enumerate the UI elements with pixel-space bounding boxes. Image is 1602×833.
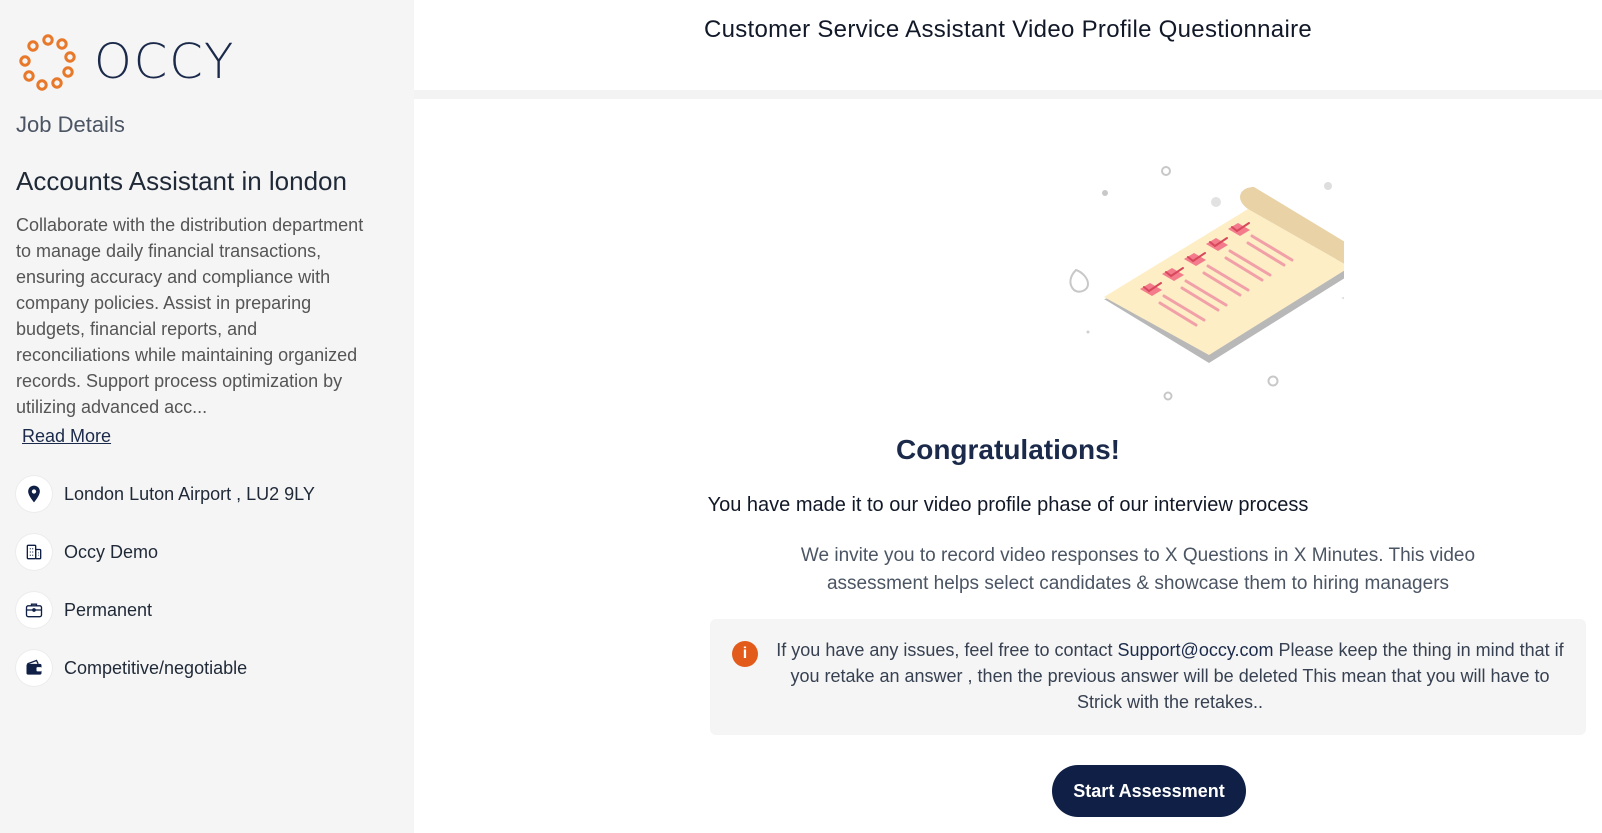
info-icon: i (732, 641, 758, 667)
job-company: Occy Demo (64, 541, 159, 562)
start-assessment-button[interactable]: Start Assessment (1052, 765, 1246, 817)
job-meta-location: London Luton Airport , LU2 9LY (16, 475, 398, 513)
read-more-link[interactable]: Read More (22, 426, 111, 447)
page-header: Customer Service Assistant Video Profile… (414, 0, 1602, 90)
support-email-link[interactable]: Support@occy.com (1118, 640, 1274, 660)
occy-logo-icon (19, 34, 76, 91)
checklist-document-icon (1069, 166, 1344, 401)
job-details-sidebar: OCCY Job Details Accounts Assistant in l… (0, 0, 414, 833)
info-text-before: If you have any issues, feel free to con… (776, 640, 1118, 660)
congratulations-heading: Congratulations! (896, 434, 1120, 465)
job-type: Permanent (64, 599, 153, 620)
job-details-label: Job Details (16, 112, 125, 137)
brand-name: OCCY (94, 34, 236, 90)
briefcase-icon (16, 592, 52, 628)
header-divider (414, 90, 1602, 99)
location-pin-icon (16, 476, 52, 512)
info-notice: i If you have any issues, feel free to c… (710, 619, 1586, 735)
occy-logo[interactable]: OCCY (16, 28, 398, 96)
job-meta-salary: Competitive/negotiable (16, 649, 398, 687)
job-location: London Luton Airport , LU2 9LY (64, 483, 315, 504)
job-description: Collaborate with the distribution depart… (16, 215, 364, 417)
wallet-icon (16, 650, 52, 686)
assessment-intro: Congratulations! You have made it to our… (414, 99, 1602, 833)
job-meta-list: London Luton Airport , LU2 9LY Occy Demo… (16, 475, 398, 687)
job-salary: Competitive/negotiable (64, 657, 248, 678)
job-meta-type: Permanent (16, 591, 398, 629)
job-meta-company: Occy Demo (16, 533, 398, 571)
assessment-description: We invite you to record video responses … (800, 545, 1476, 594)
questionnaire-title: Customer Service Assistant Video Profile… (703, 16, 1313, 43)
phase-subtitle: You have made it to our video profile ph… (707, 494, 1309, 516)
building-icon (16, 534, 52, 570)
job-title: Accounts Assistant in london (16, 166, 347, 196)
